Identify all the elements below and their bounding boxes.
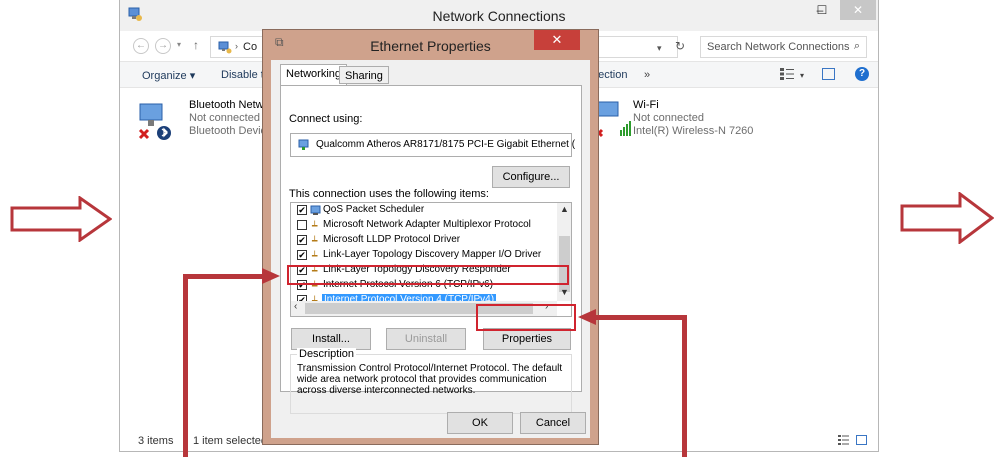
tab-networking[interactable]: Networking [280, 64, 348, 86]
up-button[interactable]: ↑ [193, 38, 199, 52]
details-view-icon[interactable] [838, 435, 849, 445]
adapter-device: Intel(R) Wireless-N 7260 [633, 125, 754, 137]
view-dropdown-icon[interactable]: ▾ [800, 71, 804, 80]
right-annotation-arrow [900, 192, 994, 244]
install-button[interactable]: Install... [291, 328, 371, 350]
list-item[interactable]: ✔ ┷ Microsoft LLDP Protocol Driver [291, 233, 557, 248]
bluetooth-adapter-icon [138, 103, 171, 140]
search-input[interactable]: Search Network Connections ⌕ [700, 36, 867, 58]
maximize-button[interactable]: ☐ [810, 0, 834, 20]
search-placeholder: Search Network Connections [707, 41, 850, 53]
item-checkbox[interactable]: ✔ [297, 235, 307, 245]
preview-pane-icon[interactable] [822, 68, 835, 80]
list-item[interactable]: ✔ ┷ Link-Layer Topology Discovery Respon… [291, 263, 557, 278]
adapter-bluetooth[interactable]: Bluetooth Netwo Not connected Bluetooth … [136, 98, 272, 144]
protocol-icon: ┷ [312, 221, 318, 231]
protocol-icon: ┷ [312, 236, 318, 246]
recent-locations-chevron-icon[interactable]: ▾ [177, 40, 181, 49]
connection-items-list[interactable]: ✔ QoS Packet Scheduler ┷ Microsoft Netwo… [290, 202, 572, 317]
adapter-name: Qualcomm Atheros AR8171/8175 PCI-E Gigab… [316, 139, 576, 150]
horizontal-scrollbar[interactable]: ‹ › [291, 301, 557, 316]
ok-button[interactable]: OK [447, 412, 513, 434]
more-commands-button[interactable]: » [644, 69, 650, 81]
ethernet-properties-dialog: ⧉ Ethernet Properties ✕ Networking Shari… [262, 29, 599, 445]
item-label: Link-Layer Topology Discovery Responder [323, 264, 511, 275]
description-group: Description Transmission Control Protoco… [290, 348, 572, 414]
network-adapter-icon [298, 139, 309, 150]
item-checkbox[interactable]: ✔ [297, 265, 307, 275]
forward-button[interactable]: → [155, 38, 171, 54]
close-button[interactable]: ✕ [840, 0, 876, 20]
selection-count: 1 item selected [193, 435, 267, 447]
scroll-right-icon[interactable]: › [545, 301, 548, 312]
window-titlebar: Network Connections – ☐ ✕ [120, 0, 878, 31]
adapter-name: Wi-Fi [633, 99, 659, 111]
adapter-wifi[interactable]: Wi-Fi Not connected Intel(R) Wireless-N … [590, 98, 780, 144]
ipv4-pointer-stem [183, 277, 188, 457]
uninstall-button[interactable]: Uninstall [386, 328, 466, 350]
items-label: This connection uses the following items… [289, 188, 489, 200]
adapter-field: Qualcomm Atheros AR8171/8175 PCI-E Gigab… [290, 133, 576, 157]
organize-menu[interactable]: Organize ▾ [142, 69, 195, 82]
adapter-device: Bluetooth Device [189, 125, 273, 137]
properties-pointer-arm [592, 315, 687, 320]
dialog-close-button[interactable]: ✕ [534, 30, 580, 50]
change-view-icon[interactable] [780, 68, 794, 80]
left-annotation-arrow [10, 196, 112, 242]
item-count: 3 items [138, 435, 174, 447]
item-checkbox[interactable]: ✔ [297, 280, 307, 290]
breadcrumb-separator-icon: › [235, 41, 238, 51]
back-button[interactable]: ← [133, 38, 149, 54]
properties-pointer-arrowhead [578, 309, 596, 325]
search-icon: ⌕ [853, 40, 860, 52]
refresh-icon[interactable]: ↻ [675, 39, 685, 53]
tab-sharing[interactable]: Sharing [339, 66, 389, 84]
scroll-thumb[interactable] [559, 236, 570, 292]
vertical-scrollbar[interactable]: ▲ ▼ [557, 203, 571, 301]
properties-button[interactable]: Properties [483, 328, 571, 350]
large-icons-view-icon[interactable] [856, 435, 867, 445]
window-title: Network Connections [432, 8, 566, 24]
properties-pointer-stem [682, 318, 687, 457]
protocol-icon: ┷ [312, 266, 318, 276]
address-text: Co [243, 41, 258, 53]
networking-panel: Connect using: Qualcomm Atheros AR8171/8… [280, 85, 582, 414]
network-folder-icon [218, 41, 232, 54]
cancel-button[interactable]: Cancel [520, 412, 586, 434]
item-label: QoS Packet Scheduler [323, 204, 425, 215]
adapter-status: Not connected [189, 112, 260, 124]
item-label: Microsoft LLDP Protocol Driver [323, 234, 461, 245]
configure-button[interactable]: Configure... [492, 166, 570, 188]
item-checkbox[interactable]: ✔ [297, 205, 307, 215]
ipv4-pointer-arm [183, 274, 265, 279]
scroll-up-icon[interactable]: ▲ [560, 204, 569, 214]
list-item[interactable]: ✔ ┷ Link-Layer Topology Discovery Mapper… [291, 248, 557, 263]
ipv4-pointer-arrowhead [262, 268, 280, 284]
adapter-name: Bluetooth Netwo [189, 99, 270, 111]
scroll-left-icon[interactable]: ‹ [294, 301, 297, 312]
qos-icon [310, 205, 321, 215]
address-dropdown-icon[interactable]: ▾ [657, 43, 662, 54]
description-text: Transmission Control Protocol/Internet P… [297, 363, 563, 396]
scroll-thumb[interactable] [305, 303, 533, 314]
connect-using-label: Connect using: [289, 113, 363, 125]
scroll-down-icon[interactable]: ▼ [560, 287, 569, 297]
item-label: Microsoft Network Adapter Multiplexor Pr… [323, 219, 531, 230]
list-item[interactable]: ┷ Microsoft Network Adapter Multiplexor … [291, 218, 557, 233]
protocol-icon: ┷ [312, 251, 318, 261]
item-checkbox[interactable] [297, 220, 307, 230]
description-label: Description [297, 348, 357, 360]
item-label: Internet Protocol Version 6 (TCP/IPv6) [323, 279, 494, 290]
dialog-body: Networking Sharing Connect using: Qualco… [271, 60, 590, 438]
list-item[interactable]: ✔ ┷ Internet Protocol Version 6 (TCP/IPv… [291, 278, 557, 293]
item-label: Link-Layer Topology Discovery Mapper I/O… [323, 249, 542, 260]
list-item[interactable]: ✔ QoS Packet Scheduler [291, 203, 557, 218]
item-checkbox[interactable]: ✔ [297, 250, 307, 260]
help-icon[interactable]: ? [855, 67, 869, 81]
adapter-status: Not connected [633, 112, 704, 124]
protocol-icon: ┷ [312, 281, 318, 291]
